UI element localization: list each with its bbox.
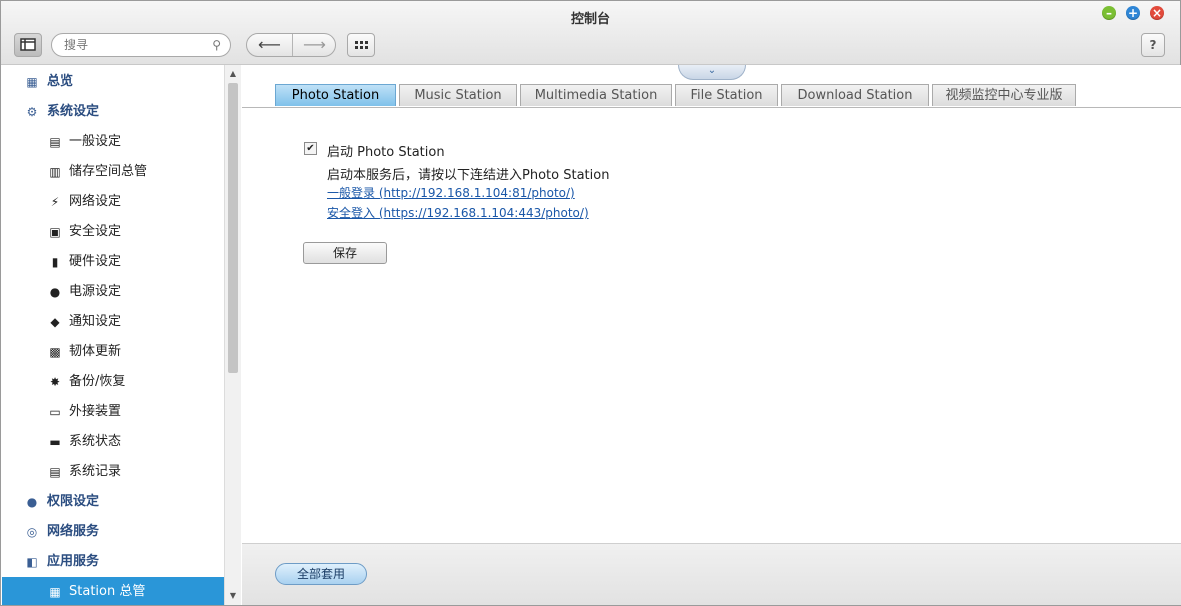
scroll-down-icon[interactable]: ▼: [225, 589, 241, 603]
sidebar-item-label: 一般设定: [69, 134, 122, 149]
sidebar-item-label: 系统设定: [47, 104, 100, 119]
sidebar-layout-icon: [20, 38, 36, 51]
overview-icon: ▦: [26, 75, 38, 89]
close-icon[interactable]: ×: [1150, 6, 1164, 20]
secure-login-link[interactable]: 安全登入 (https://192.168.1.104:443/photo/): [327, 204, 589, 221]
main-panel: ⌄ Photo Station Music Station Multimedia…: [242, 65, 1181, 605]
title-bar: 控制台 – + × ⚲ ⟵ ⟶ ?: [1, 1, 1180, 65]
forward-arrow-icon[interactable]: ⟶: [292, 34, 335, 56]
grid-icon: [355, 41, 368, 49]
system-status-icon: ▬: [49, 435, 61, 449]
station-manager-icon: ▦: [49, 585, 61, 599]
notification-icon: ◆: [50, 315, 60, 329]
system-log-icon: ▤: [49, 465, 61, 479]
sidebar-item[interactable]: ◎ 网络服务: [2, 517, 224, 547]
sidebar-item[interactable]: ⚡ 网络设定: [2, 187, 224, 217]
back-arrow-icon[interactable]: ⟵: [247, 34, 293, 56]
sidebar-item-label: 总览: [47, 74, 74, 89]
tab-download-station[interactable]: Download Station: [781, 84, 929, 106]
photo-station-settings: ✔ 启动 Photo Station 启动本服务后，请按以下连结进入Photo …: [242, 109, 1181, 543]
sidebar-item-label: 储存空间总管: [69, 164, 148, 179]
sidebar-item[interactable]: ▩ 韧体更新: [2, 337, 224, 367]
search-box[interactable]: ⚲: [51, 33, 231, 57]
sidebar-item-label: 系统状态: [69, 434, 122, 449]
apply-all-button[interactable]: 全部套用: [275, 563, 367, 585]
general-settings-icon: ▤: [49, 135, 61, 149]
sidebar-item[interactable]: ◧ 应用服务: [2, 547, 224, 577]
sidebar-item-label: 外接装置: [69, 404, 122, 419]
scroll-up-icon[interactable]: ▲: [225, 67, 241, 81]
sidebar-item-label: 备份/恢复: [69, 374, 126, 389]
sidebar-item[interactable]: ⚙ 系统设定: [2, 97, 224, 127]
sidebar-item[interactable]: ◆ 通知设定: [2, 307, 224, 337]
sidebar-item[interactable]: ✸ 备份/恢复: [2, 367, 224, 397]
sidebar-item-label: Station 总管: [69, 584, 146, 599]
control-panel-window: 控制台 – + × ⚲ ⟵ ⟶ ?: [0, 0, 1181, 606]
normal-login-link[interactable]: 一般登录 (http://192.168.1.104:81/photo/): [327, 184, 575, 201]
hardware-icon: ▮: [51, 255, 59, 269]
sidebar-item-label: 硬件设定: [69, 254, 122, 269]
tab-music-station[interactable]: Music Station: [399, 84, 517, 106]
enable-photo-station-checkbox[interactable]: ✔: [304, 142, 317, 155]
toggle-sidebar-button[interactable]: [14, 33, 42, 57]
firmware-update-icon: ▩: [49, 345, 61, 359]
sidebar-item[interactable]: ● 电源设定: [2, 277, 224, 307]
sidebar-item-label: 应用服务: [47, 554, 100, 569]
sidebar-item[interactable]: ▤ 一般设定: [2, 127, 224, 157]
sidebar-item[interactable]: ▮ 硬件设定: [2, 247, 224, 277]
window-title: 控制台: [570, 12, 610, 27]
sidebar-item-label: 系统记录: [69, 464, 122, 479]
tab-bar: Photo Station Music Station Multimedia S…: [242, 83, 1181, 108]
sidebar-item[interactable]: ▦ 总览: [2, 67, 224, 97]
user-privilege-icon: ●: [26, 495, 38, 509]
sidebar-item-label: 权限设定: [47, 494, 100, 509]
sidebar-item[interactable]: ▦ Station 总管: [2, 577, 224, 605]
tab-photo-station[interactable]: Photo Station: [275, 84, 396, 106]
sidebar-item[interactable]: ▣ 安全设定: [2, 217, 224, 247]
service-hint-text: 启动本服务后，请按以下连结进入Photo Station: [327, 168, 610, 183]
enable-photo-station-label: 启动 Photo Station: [327, 145, 445, 160]
sidebar-item[interactable]: ▤ 系统记录: [2, 457, 224, 487]
sidebar-item-label: 安全设定: [69, 224, 122, 239]
save-button[interactable]: 保存: [303, 242, 387, 264]
sidebar-item-label: 通知设定: [69, 314, 122, 329]
network-services-icon: ◎: [26, 525, 38, 539]
sidebar-item-label: 电源设定: [69, 284, 122, 299]
system-settings-icon: ⚙: [26, 105, 38, 119]
tab-multimedia-station[interactable]: Multimedia Station: [520, 84, 672, 106]
sidebar-item[interactable]: ▬ 系统状态: [2, 427, 224, 457]
search-input[interactable]: [64, 37, 204, 53]
collapse-chevron-icon[interactable]: ⌄: [678, 65, 746, 80]
apps-grid-button[interactable]: [347, 33, 375, 57]
backup-restore-icon: ✸: [49, 375, 61, 389]
scroll-thumb[interactable]: [228, 83, 238, 373]
sidebar-item-label: 韧体更新: [69, 344, 122, 359]
navigation-buttons: ⟵ ⟶: [246, 33, 336, 57]
help-button[interactable]: ?: [1141, 33, 1165, 57]
network-settings-icon: ⚡: [50, 195, 60, 209]
application-services-icon: ◧: [26, 555, 38, 569]
sidebar-item[interactable]: ● 权限设定: [2, 487, 224, 517]
search-icon[interactable]: ⚲: [212, 38, 221, 52]
tab-file-station[interactable]: File Station: [675, 84, 778, 106]
tab-surveillance-station-pro[interactable]: 视频监控中心专业版: [932, 84, 1076, 106]
storage-manager-icon: ▥: [49, 165, 61, 179]
security-lock-icon: ▣: [49, 225, 61, 239]
footer-bar: 全部套用: [242, 543, 1181, 605]
sidebar-item-label: 网络服务: [47, 524, 100, 539]
sidebar-item-label: 网络设定: [69, 194, 122, 209]
power-bulb-icon: ●: [49, 285, 61, 299]
sidebar-scrollbar[interactable]: ▲ ▼: [224, 65, 241, 605]
sidebar: ▦ 总览 ⚙ 系统设定 ▤ 一般设定 ▥ 储存空间总管 ⚡ 网络设定 ▣ 安全设定 ▮ 硬件设定 ● 电源设定…: [2, 65, 225, 605]
minimize-icon[interactable]: –: [1102, 6, 1116, 20]
sidebar-item[interactable]: ▭ 外接装置: [2, 397, 224, 427]
sidebar-item[interactable]: ▥ 储存空间总管: [2, 157, 224, 187]
maximize-icon[interactable]: +: [1126, 6, 1140, 20]
external-device-icon: ▭: [49, 405, 61, 419]
